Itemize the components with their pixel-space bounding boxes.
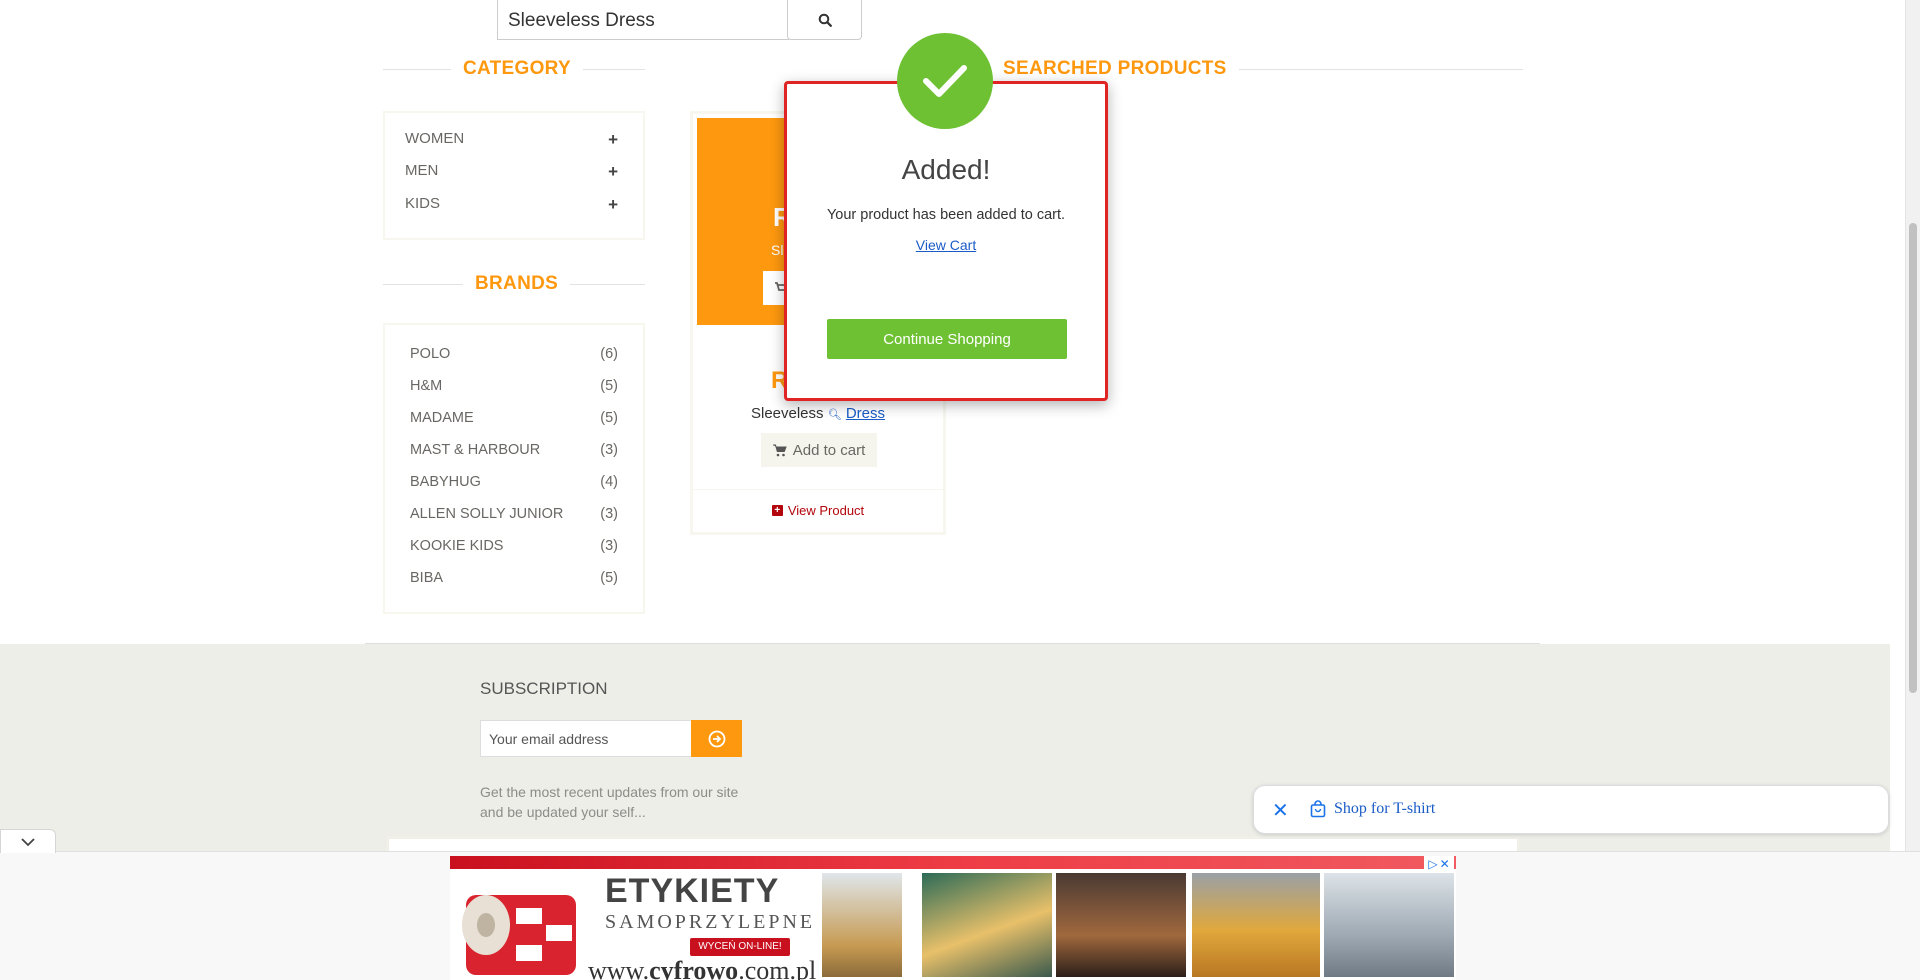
category-panel: WOMEN + MEN + KIDS + [383, 111, 645, 240]
plus-square-icon: + [771, 505, 783, 516]
category-title: CATEGORY [451, 58, 583, 80]
ad-photo-technician [1324, 873, 1454, 977]
search-icon [818, 13, 832, 27]
plus-icon[interactable]: + [608, 162, 618, 182]
subscription-title: SUBSCRIPTION [480, 679, 608, 698]
brand-label: MAST & HARBOUR [410, 442, 541, 458]
shop-suggestion-bar[interactable]: ✕ Shop for T-shirt [1253, 785, 1889, 834]
subscription-email-input[interactable]: Your email address [480, 720, 692, 757]
ad-photo-bottles [822, 873, 902, 977]
brand-item[interactable]: BABYHUG (4) [410, 474, 618, 490]
shopping-bag-icon [1310, 800, 1326, 818]
category-label: KIDS [405, 195, 441, 212]
plus-icon[interactable]: + [608, 130, 618, 150]
ad-subtitle: SAMOPRZYLEPNE [605, 911, 816, 933]
label-roll-image [462, 895, 576, 975]
add-to-cart-label: Add to cart [792, 441, 866, 459]
category-label: WOMEN [405, 130, 465, 147]
plus-icon[interactable]: + [608, 195, 618, 215]
ad-cta-badge: WYCEŃ ON-LINE! [690, 938, 790, 956]
view-product-label: View Product [787, 503, 865, 518]
brand-item[interactable]: POLO (6) [410, 346, 618, 362]
added-to-cart-modal: Added! Your product has been added to ca… [784, 81, 1108, 401]
brand-item[interactable]: KOOKIE KIDS (3) [410, 538, 618, 554]
close-icon[interactable]: ✕ [1272, 798, 1289, 823]
success-check-icon [897, 33, 993, 129]
searched-products-title: SEARCHED PRODUCTS [991, 58, 1239, 80]
ad-choices-icon[interactable]: ▷ ✕ [1424, 856, 1454, 872]
search-button[interactable] [787, 0, 862, 40]
ad-photo-worker [922, 873, 1052, 977]
card-divider [693, 489, 943, 490]
brand-count: (3) [600, 442, 618, 458]
ad-banner[interactable]: ETYKIETY SAMOPRZYLEPNE WYCEŃ ON-LINE! ww… [450, 856, 1456, 980]
brand-label: POLO [410, 346, 451, 362]
brand-label: ALLEN SOLLY JUNIOR [410, 506, 564, 522]
brand-count: (4) [600, 474, 618, 490]
shop-suggestion-label: Shop for T-shirt [1334, 800, 1436, 817]
brand-count: (5) [600, 378, 618, 394]
scrollbar-thumb[interactable] [1909, 223, 1917, 693]
ad-red-strip [450, 856, 1456, 869]
ad-title: ETYKIETY [605, 872, 780, 910]
ad-collapse-toggle[interactable] [0, 829, 56, 853]
ad-info-icon[interactable]: ▷ [1428, 857, 1437, 871]
brands-panel: POLO (6) H&M (5) MADAME (5) MAST & HARBOUR (… [383, 323, 645, 614]
ad-url-prefix: www. [588, 956, 650, 980]
ad-photo-production-line [1056, 873, 1186, 977]
brand-count: (3) [600, 506, 618, 522]
brand-label: BABYHUG [410, 474, 481, 490]
category-item-kids[interactable]: KIDS + [405, 195, 618, 215]
brand-label: BIBA [410, 570, 444, 586]
product-name: Sleeveless 🔍︎ Dress [693, 405, 943, 422]
brand-item[interactable]: ALLEN SOLLY JUNIOR (3) [410, 506, 618, 522]
brand-count: (5) [600, 410, 618, 426]
product-name-text: Sleeveless [750, 405, 824, 422]
magnifier-icon: 🔍︎ [827, 409, 842, 421]
ad-close-icon[interactable]: ✕ [1440, 857, 1450, 871]
modal-title: Added! [901, 154, 991, 185]
page: Sleeveless Dress CATEGORY WOMEN + MEN + … [0, 0, 1920, 980]
brand-label: KOOKIE KIDS [410, 538, 504, 554]
cart-icon [772, 444, 787, 456]
chevron-down-icon [21, 837, 35, 846]
brand-item[interactable]: BIBA (5) [410, 570, 618, 586]
modal-message: Your product has been added to cart. [826, 207, 1066, 223]
brands-title: BRANDS [463, 273, 571, 295]
ad-url: www.cyfrowo.com.pl [588, 956, 816, 980]
brand-count: (5) [600, 570, 618, 586]
brand-label: H&M [410, 378, 443, 394]
brand-count: (6) [600, 346, 618, 362]
brand-item[interactable]: H&M (5) [410, 378, 618, 394]
category-item-men[interactable]: MEN + [405, 162, 618, 182]
view-product-link[interactable]: + View Product [693, 503, 943, 518]
footer-divider [365, 643, 1540, 644]
ad-url-brand: cyfrowo [649, 956, 739, 980]
brand-label: MADAME [410, 410, 474, 426]
brand-item[interactable]: MADAME (5) [410, 410, 618, 426]
add-to-cart-button[interactable]: Add to cart [761, 433, 877, 467]
subscription-description: Get the most recent updates from our sit… [480, 784, 739, 820]
ad-photo-honey-jars [1192, 873, 1320, 977]
ad-url-suffix: .com.pl [738, 956, 817, 980]
category-item-women[interactable]: WOMEN + [405, 130, 618, 150]
arrow-circle-right-icon [708, 730, 725, 747]
subscribe-button[interactable] [691, 720, 742, 757]
brand-count: (3) [600, 538, 618, 554]
continue-shopping-button[interactable]: Continue Shopping [827, 319, 1067, 359]
category-label: MEN [405, 162, 439, 179]
search-input[interactable]: Sleeveless Dress [497, 0, 789, 40]
view-cart-link[interactable]: View Cart [787, 237, 1105, 253]
product-name-link[interactable]: Dress [846, 405, 885, 422]
brand-item[interactable]: MAST & HARBOUR (3) [410, 442, 618, 458]
